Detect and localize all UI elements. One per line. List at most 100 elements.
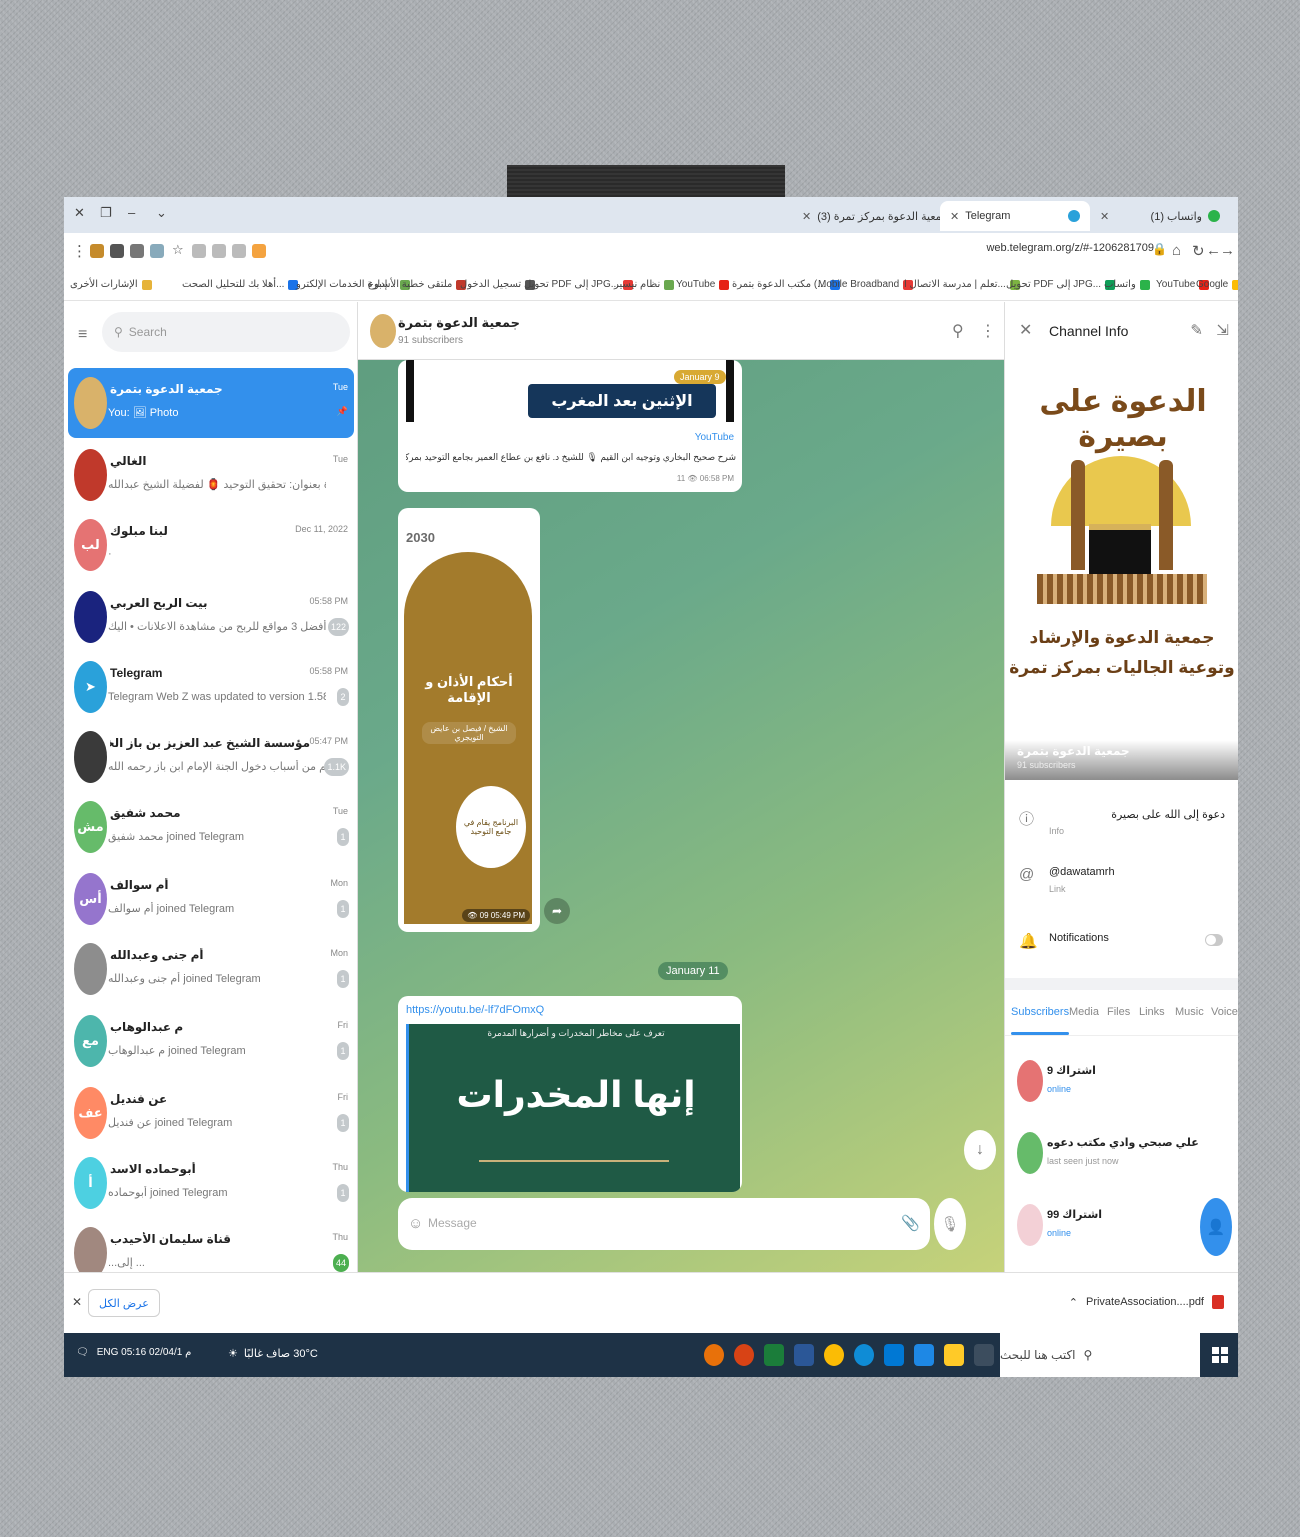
zoom-icon[interactable] [232,244,246,258]
menu-dots-icon[interactable]: ⋮ [72,242,87,260]
tab-search-icon[interactable]: ⌄ [156,205,167,221]
info-row[interactable]: ⓘ دعوة إلى الله على بصيرة Info [1005,802,1238,852]
bookmark-item[interactable]: واتساب [1104,279,1150,290]
tab-files[interactable]: Files [1107,1006,1130,1018]
reload-icon[interactable]: ↻ [1192,242,1205,260]
notifications-row[interactable]: 🔔 Notifications [1005,926,1238,976]
chat-item[interactable]: الغالي محاضرة بعنوان: تحقيق التوحيد 🏮 لف… [68,440,354,510]
bookmark-item[interactable]: تعلم | مدرسة الاتصال ا... [904,279,1020,290]
chat-item[interactable]: أم جنى وعبدالله أم جنى وعبدالله joined T… [68,934,354,1004]
subscriber-item[interactable]: علي صبحي وادي مكتب دعوه last seen just n… [1005,1118,1238,1188]
notifications-toggle[interactable] [1205,934,1223,946]
chrome-icon[interactable] [824,1344,844,1366]
tab-links[interactable]: Links [1139,1006,1165,1018]
subscriber-item[interactable]: اشتراك 9 online [1005,1046,1238,1116]
tab-close-icon[interactable]: ✕ [802,210,811,223]
sidebar-icon[interactable] [110,244,124,258]
search-input[interactable]: ⚲ Search [102,312,350,352]
add-subscriber-button[interactable]: 👤 [1200,1198,1232,1256]
word-icon[interactable] [794,1344,814,1366]
search-icon[interactable]: ⚲ [952,321,964,341]
statistics-icon[interactable]: ⇲ [1216,321,1229,339]
bookmark-item[interactable]: نظام نيسير [614,279,675,290]
chat-item[interactable]: بيت الربح العربي أفضل 3 مواقع للربح من م… [68,582,354,652]
chat-item[interactable]: أ أبوحماده الاسد أبوحماده joined Telegra… [68,1148,354,1218]
system-tray[interactable]: 🗨 ENG 05:16 ‏م 02/04/1‏ [76,1347,191,1358]
chevron-up-icon[interactable]: ⌃ [1069,1296,1078,1309]
chat-header[interactable]: جمعية الدعوة بتمرة 91 subscribers ⚲ ⋮ [358,302,1004,360]
chat-item[interactable]: أس أم سوالف أم سوالف joined Telegram Mon… [68,864,354,934]
scroll-down-button[interactable]: ↓ [964,1130,996,1170]
emoji-icon[interactable]: ☺ [408,1215,423,1232]
bookmark-item[interactable]: أهلا بك للتحليل الصحت... [182,279,299,290]
profile-icon[interactable] [90,244,104,258]
tab-music[interactable]: Music [1175,1006,1204,1018]
tab-close-icon[interactable]: ✕ [950,210,959,223]
hamburger-menu-icon[interactable]: ≡ [78,326,87,344]
bookmark-item[interactable]: ملتقى خطبة الأسبوع [368,279,467,290]
tab-youtube[interactable]: ✕ (3) جمعية الدعوة بمركز تمرة - lile [792,201,940,231]
star-icon[interactable]: ☆ [172,242,184,258]
forward-icon[interactable]: ➦ [544,898,570,924]
link-preview[interactable]: تعرف على مخاطر المخدرات و أضرارها المدمر… [406,1024,740,1192]
tab-media[interactable]: Media [1069,1006,1099,1018]
bookmark-other[interactable]: الإشارات الأخرى [70,279,152,290]
bookmark-item[interactable]: Mobile Broadband [818,279,914,290]
extension-icon[interactable] [150,244,164,258]
more-options-icon[interactable]: ⋮ [980,321,996,341]
chat-item[interactable]: عف عن فنديل عن فنديل joined Telegram Fri… [68,1078,354,1148]
tab-close-icon[interactable]: ✕ [1100,210,1109,223]
share-icon[interactable] [192,244,206,258]
close-icon[interactable]: ✕ [1019,320,1032,340]
chat-item[interactable]: جمعية الدعوة بتمرة You: 🖼 Photo Tue 📌 [68,368,354,438]
edge-icon[interactable] [854,1344,874,1366]
attach-icon[interactable]: 📎 [901,1214,920,1232]
tab-voice[interactable]: Voice [1211,1006,1238,1018]
lock-icon[interactable]: 🔒 [1152,242,1167,256]
bookmark-item[interactable]: YouTube [676,279,730,290]
google-lens-icon[interactable] [252,244,266,258]
tab-subscribers[interactable]: Subscribers [1011,1006,1070,1035]
close-icon[interactable]: ✕ [72,1295,82,1309]
restore-window-icon[interactable]: ❐ [100,205,112,221]
chat-item[interactable]: ➤ Telegram Telegram Web Z was updated to… [68,652,354,722]
home-icon[interactable]: ⌂ [1172,242,1181,259]
tab-telegram[interactable]: ✕ Telegram [940,201,1090,231]
address-bar[interactable]: web.telegram.org/z/#-1206281709 [986,242,1154,254]
forward-icon[interactable]: ← [1206,242,1221,259]
windows-start-icon[interactable] [1212,1347,1228,1363]
message-bubble[interactable]: https://youtu.be/-lf7dFOmxQ تعرف على مخا… [398,996,742,1192]
chat-item[interactable]: مش محمد شفيق محمد شفيق joined Telegram T… [68,792,354,862]
chat-item[interactable]: لب لبنا مبلوك · Dec 11, 2022 [68,510,354,580]
message-input[interactable]: Message [428,1216,477,1230]
photo-message[interactable]: 2030 أحكام الأذان و الإقامة الشيخ / فيصل… [402,512,536,928]
message-bubble[interactable]: 2030 أحكام الأذان و الإقامة الشيخ / فيصل… [398,508,540,932]
task-view-icon[interactable] [974,1344,994,1366]
minimize-window-icon[interactable]: – [128,205,135,220]
link-row[interactable]: @ @dawatamrh Link [1005,860,1238,910]
bookmark-item[interactable]: Google [1196,279,1238,290]
file-explorer-icon[interactable] [944,1344,964,1366]
excel-icon[interactable] [764,1344,784,1366]
taskbar-search[interactable]: ⚲ اكتب هنا للبحث [1000,1333,1200,1377]
notification-icon[interactable]: 🗨 [76,1347,89,1358]
video-thumbnail[interactable]: الإثنين بعد المغرب January 9 [406,360,734,422]
app-icon[interactable] [734,1344,754,1366]
bookmark-item[interactable]: تحويل PDF إلى JPG... [1006,279,1116,290]
link-source[interactable]: YouTube [695,432,734,443]
microphone-button[interactable]: 🎙 [934,1198,966,1250]
channel-avatar[interactable] [370,314,396,348]
show-all-downloads-button[interactable]: عرض الكل [88,1289,160,1317]
chat-item[interactable]: مع م عبدالوهاب م عبدالوهاب joined Telegr… [68,1006,354,1076]
tab-whatsapp[interactable]: ✕ (1) واتساب [1090,201,1230,231]
mail-icon[interactable] [884,1344,904,1366]
back-icon[interactable]: → [1220,242,1235,259]
chat-item[interactable]: مؤسسة الشيخ عبد العزيز بن باز الخيرية صل… [68,722,354,792]
message-link[interactable]: https://youtu.be/-lf7dFOmxQ [406,1004,544,1016]
download-item[interactable]: ⌃ PrivateAssociation....pdf [1069,1295,1224,1309]
message-composer[interactable]: ☺ Message 📎 [398,1198,930,1250]
edit-icon[interactable]: ✎ [1190,321,1203,339]
close-window-icon[interactable]: ✕ [74,205,85,221]
extensions-icon[interactable] [130,244,144,258]
chat-item[interactable]: قناة سليمان الأحيدب ...إلى ... Thu 44 [68,1218,354,1272]
